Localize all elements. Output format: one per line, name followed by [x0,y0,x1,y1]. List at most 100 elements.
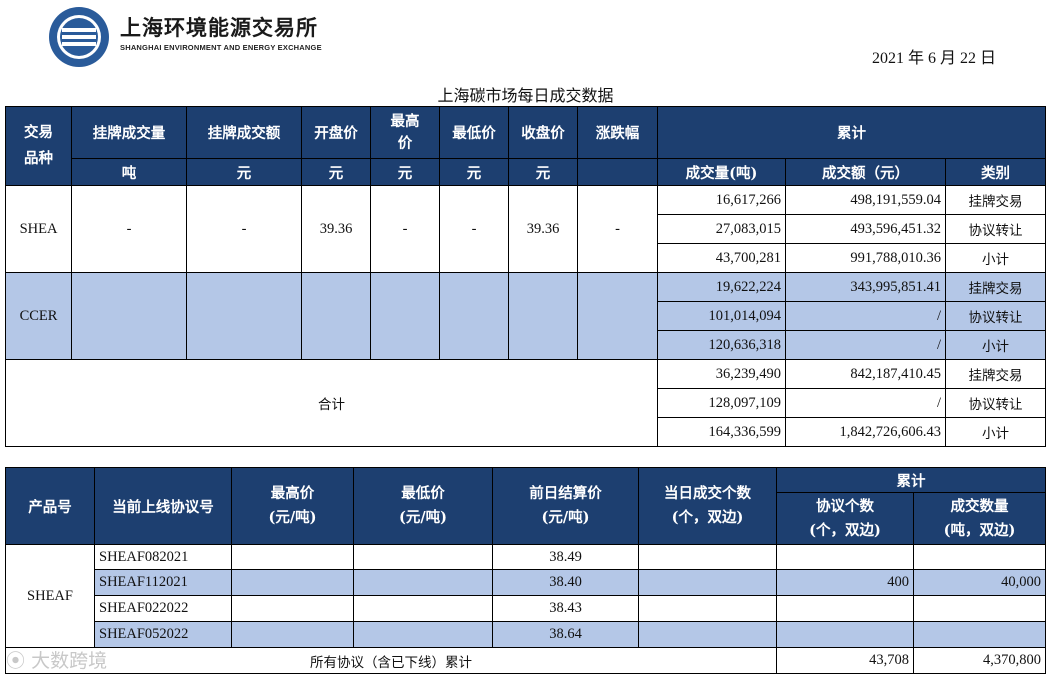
cell-volume: 16,617,266 [657,185,786,215]
col-volume-ton: 成交量(吨) [657,158,786,186]
col-product-no: 产品号 [5,467,95,545]
col-product: 交易 品种 [5,106,72,186]
cell-category: 小计 [944,243,1047,273]
cell-amount: / [785,301,946,331]
shea-close: 39.36 [508,185,578,273]
col-low-label: 最低价 [401,485,445,502]
cell-category: 挂牌交易 [944,359,1047,389]
col-high-unit: (元/吨) [268,509,317,526]
cell-volume: 164,336,599 [657,417,786,447]
forward-contracts-table: 产品号 当前上线协议号 最高价 (元/吨) 最低价 (元/吨) 前日结算价 (元… [5,467,1046,674]
daily-trading-table: 交易 品种 挂牌成交量 挂牌成交额 开盘价 最高 价 最低价 收盘价 涨跌幅 累… [5,106,1047,447]
cell-amount: / [785,388,946,418]
cell-volume: 128,097,109 [657,388,786,418]
col-high: 最高价 (元/吨) [231,467,354,545]
cell-amount: 493,596,451.32 [785,214,946,244]
cell-deals [638,569,777,596]
cell-low [353,569,493,596]
report-date: 2021 年 6 月 22 日 [872,50,997,67]
cell-agreements [776,621,914,648]
shea-high: - [370,185,440,273]
cell-low [353,595,493,622]
col-amount-yuan: 成交额（元） [785,158,946,186]
total-label: 合计 [5,359,658,447]
cell-category: 挂牌交易 [944,272,1047,302]
cell-deals [638,595,777,622]
col-deals: 当日成交个数 (个，双边) [638,467,777,545]
shea-open: 39.36 [301,185,371,273]
cell-amount: 343,995,851.41 [785,272,946,302]
col-listed-volume: 挂牌成交量 [71,106,187,159]
col-agreements-unit: (个，双边) [809,521,881,539]
cell-deals [638,544,777,570]
contract-id: SHEAF082021 [94,544,232,570]
product-sheaf: SHEAF [5,544,95,648]
cell-agreements [776,595,914,622]
cell-high [231,621,354,648]
cell-high [231,544,354,570]
col-low-price: 最低价 [439,106,509,159]
cell-settle: 38.40 [492,569,639,596]
cell-category: 小计 [944,330,1047,360]
total-quantity: 4,370,800 [913,647,1046,674]
col-settle-unit: (元/吨) [541,509,590,526]
col-low-unit: (元/吨) [398,509,448,526]
ccer-empty [439,272,509,360]
cell-low [353,544,493,570]
cell-amount: 498,191,559.04 [785,185,946,215]
shea-listed-volume: - [71,185,187,273]
watermark-icon: ⦿ [6,650,26,672]
cell-quantity: 40,000 [913,569,1046,596]
col-agreements: 协议个数 (个，双边) [776,492,914,545]
col-quantity-label: 成交数量 [950,497,1009,515]
col-close-price: 收盘价 [508,106,578,159]
watermark-text: 大数跨境 [31,650,108,672]
brand-name-cn: 上海环境能源交易所 [120,15,318,40]
cell-settle: 38.43 [492,595,639,622]
col-deals-unit: (个，双边) [671,509,744,526]
cell-high [231,595,354,622]
cell-settle: 38.64 [492,621,639,648]
ccer-empty [301,272,371,360]
cell-low [353,621,493,648]
contract-id: SHEAF022022 [94,595,232,622]
ccer-empty [370,272,440,360]
shea-listed-amount: - [186,185,302,273]
cell-agreements [776,544,914,570]
col-agreements-label: 协议个数 [816,497,874,515]
cell-volume: 27,083,015 [657,214,786,244]
total-agreements: 43,708 [776,647,914,674]
col-high-price: 最高 价 [370,106,440,159]
contract-id: SHEAF052022 [94,621,232,648]
unit-ton: 吨 [71,158,187,186]
cell-volume: 19,622,224 [657,272,786,302]
product-shea: SHEA [5,185,72,273]
col-quantity: 成交数量 (吨，双边) [913,492,1046,545]
col-change: 涨跌幅 [577,106,658,159]
col-contract: 当前上线协议号 [94,467,232,545]
page-title: 上海碳市场每日成交数据 [437,86,614,105]
cell-quantity [913,544,1046,570]
cell-volume: 120,636,318 [657,330,786,360]
contracts-total-label: 所有协议（含已下线）累计 [5,647,777,674]
col-open-price: 开盘价 [301,106,371,159]
cell-category: 协议转让 [944,388,1047,418]
unit-yuan: 元 [508,158,578,186]
col-cumulative: 累计 [776,467,1046,493]
cell-agreements: 400 [776,569,914,596]
cell-volume: 36,239,490 [657,359,786,389]
col-settle: 前日结算价 (元/吨) [492,467,639,545]
unit-empty [577,158,658,186]
cell-category: 小计 [944,417,1047,447]
col-listed-amount: 挂牌成交额 [186,106,302,159]
unit-yuan: 元 [439,158,509,186]
col-quantity-unit: (吨，双边) [943,521,1016,539]
cell-volume: 101,014,094 [657,301,786,331]
cell-settle: 38.49 [492,544,639,570]
contract-id: SHEAF112021 [94,569,232,596]
cell-amount: 1,842,726,606.43 [785,417,946,447]
cell-high [231,569,354,596]
shea-low: - [439,185,509,273]
ccer-empty [577,272,658,360]
cell-category: 挂牌交易 [944,185,1047,215]
